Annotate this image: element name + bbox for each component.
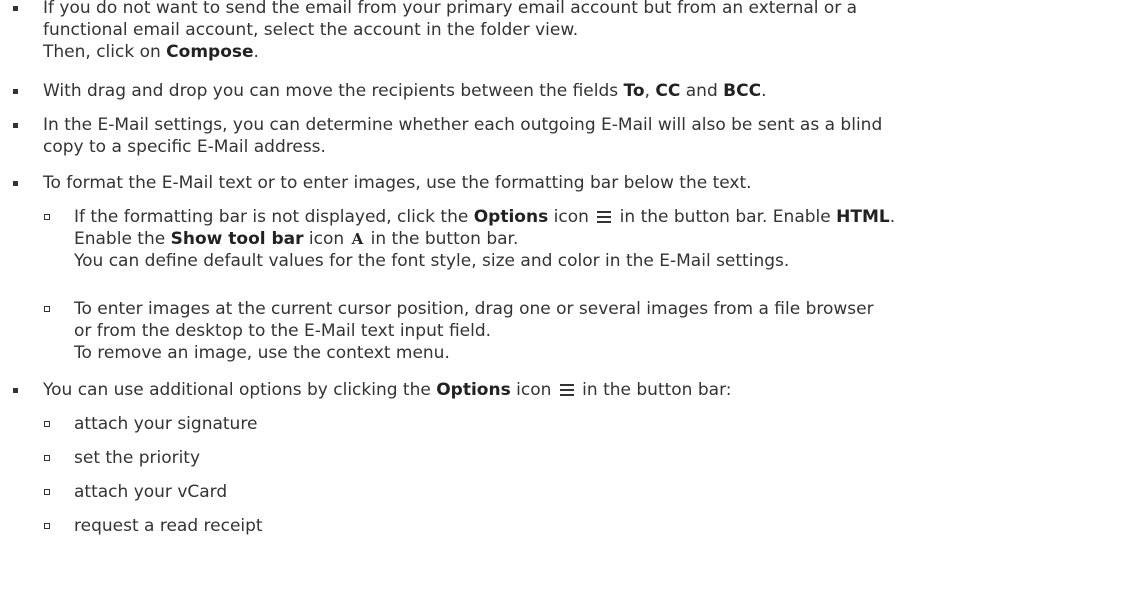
document-page: If you do not want to send the email fro… xyxy=(0,0,1148,597)
bullet-marker xyxy=(13,181,18,186)
cc-field-term: CC xyxy=(655,81,681,101)
bullet-marker xyxy=(13,388,18,393)
list-item-additional-options: You can use additional options by clicki… xyxy=(0,379,1148,401)
hamburger-menu-icon xyxy=(596,209,612,225)
sub-bullet-marker xyxy=(44,214,50,220)
sub-item-read-receipt: request a read receipt xyxy=(0,515,1148,537)
text-line: Enable the Show tool bar icon A in the b… xyxy=(74,228,1146,250)
text-line: Then, click on Compose. xyxy=(43,41,1146,63)
text-run: , xyxy=(644,81,656,101)
text-run: . xyxy=(889,207,896,227)
text-run: You can use additional options by clicki… xyxy=(43,380,437,400)
text-line: attach your vCard xyxy=(74,482,228,502)
text-run: Enable the xyxy=(74,229,171,249)
sub-item-attach-vcard: attach your vCard xyxy=(0,481,1148,503)
text-run: With drag and drop you can move the reci… xyxy=(43,81,624,101)
text-line: If you do not want to send the email fro… xyxy=(43,0,858,18)
show-tool-bar-term: Show tool bar xyxy=(170,229,304,249)
list-item-drag-recipients: With drag and drop you can move the reci… xyxy=(0,80,1148,102)
text-line: request a read receipt xyxy=(74,516,263,536)
sub-bullet-marker xyxy=(44,489,50,495)
list-item-blind-copy: In the E-Mail settings, you can determin… xyxy=(0,114,1148,158)
bcc-field-term: BCC xyxy=(723,81,762,101)
text-run: in the button bar. Enable xyxy=(614,207,837,227)
compose-term: Compose xyxy=(166,42,254,62)
bullet-marker xyxy=(13,6,18,11)
text-line: You can use additional options by clicki… xyxy=(43,379,1146,401)
text-run: If the formatting bar is not displayed, … xyxy=(74,207,474,227)
text-run: . xyxy=(761,81,767,101)
text-line: or from the desktop to the E-Mail text i… xyxy=(74,321,492,341)
text-line: In the E-Mail settings, you can determin… xyxy=(43,115,883,135)
text-line: attach your signature xyxy=(74,414,258,434)
text-line: To format the E-Mail text or to enter im… xyxy=(43,173,752,193)
html-term: HTML xyxy=(836,207,890,227)
sub-item-enter-images: To enter images at the current cursor po… xyxy=(0,298,1148,364)
sub-item-set-priority: set the priority xyxy=(0,447,1148,469)
text-run: icon xyxy=(510,380,557,400)
text-line: If the formatting bar is not displayed, … xyxy=(74,206,1146,228)
sub-bullet-marker xyxy=(44,306,50,312)
text-run: . xyxy=(253,42,259,62)
sub-item-show-formatting-bar: If the formatting bar is not displayed, … xyxy=(0,206,1148,272)
format-text-icon: A xyxy=(351,230,364,248)
text-run: Then, click on xyxy=(43,42,167,62)
sub-bullet-marker xyxy=(44,455,50,461)
text-run: icon xyxy=(303,229,350,249)
text-line: You can define default values for the fo… xyxy=(74,251,790,271)
text-line: set the priority xyxy=(74,448,201,468)
text-run: in the button bar. xyxy=(365,229,519,249)
text-line: functional email account, select the acc… xyxy=(43,20,579,40)
hamburger-menu-icon xyxy=(559,382,575,398)
text-line: To enter images at the current cursor po… xyxy=(74,299,874,319)
text-line: copy to a specific E-Mail address. xyxy=(43,137,326,157)
options-term: Options xyxy=(473,207,549,227)
list-item-send-from-account: If you do not want to send the email fro… xyxy=(0,0,1148,63)
sub-item-attach-signature: attach your signature xyxy=(0,413,1148,435)
bullet-marker xyxy=(13,89,18,94)
text-line: With drag and drop you can move the reci… xyxy=(43,80,1146,102)
options-term: Options xyxy=(436,380,511,400)
bullet-marker xyxy=(13,123,18,128)
sub-bullet-marker xyxy=(44,421,50,427)
text-run: in the button bar: xyxy=(576,380,732,400)
to-field-term: To xyxy=(623,81,645,101)
text-run: icon xyxy=(548,207,595,227)
sub-bullet-marker xyxy=(44,523,50,529)
text-line: To remove an image, use the context menu… xyxy=(74,343,450,363)
text-run: and xyxy=(680,81,724,101)
list-item-formatting-bar: To format the E-Mail text or to enter im… xyxy=(0,172,1148,194)
